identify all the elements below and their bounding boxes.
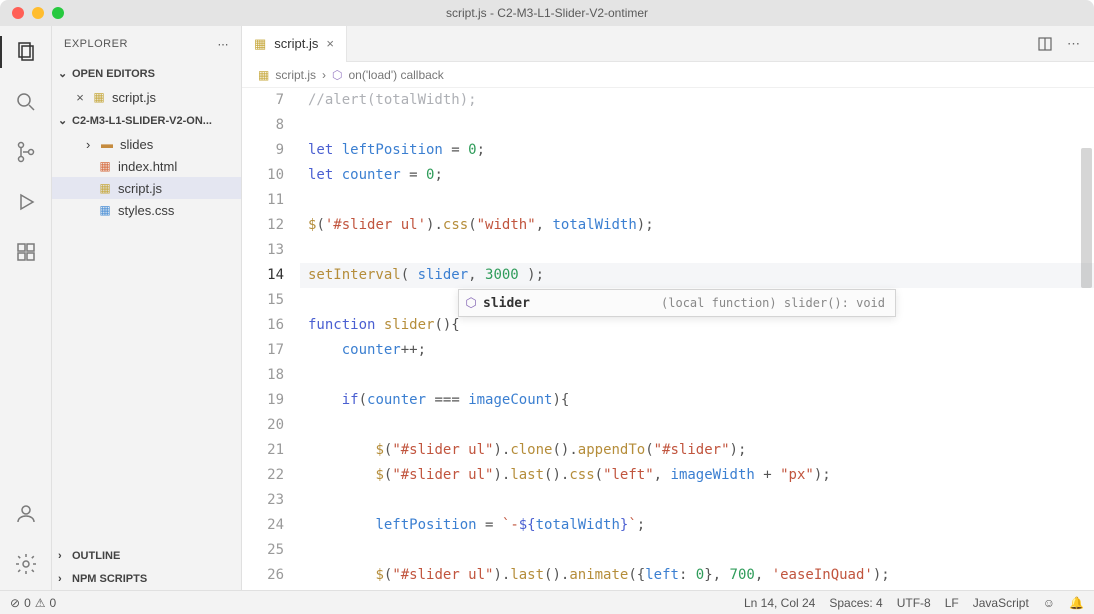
explorer-activity-icon[interactable] — [12, 38, 40, 66]
code-line[interactable]: $("#slider ul").last().animate({left: 0}… — [300, 563, 1094, 588]
npm-scripts-section[interactable]: › NPM SCRIPTS — [52, 567, 241, 590]
html-file-icon: ▦ — [96, 159, 114, 173]
folder-item-slides[interactable]: › ▬ slides — [52, 133, 241, 155]
code-line[interactable]: if(counter === imageCount){ — [300, 388, 1094, 413]
code-line[interactable]: $("#slider ul").first().animate({left: l… — [300, 588, 1094, 590]
tab-bar: ▦ script.js × ⋯ — [242, 26, 1094, 62]
window-controls — [0, 7, 64, 19]
code-line[interactable]: $('#slider ul').css("width", totalWidth)… — [300, 213, 1094, 238]
tab-script-js[interactable]: ▦ script.js × — [242, 26, 347, 62]
js-file-icon: ▦ — [254, 36, 266, 52]
status-eol[interactable]: LF — [945, 596, 959, 610]
search-activity-icon[interactable] — [12, 88, 40, 116]
code-line[interactable]: setInterval( slider, 3000 ); — [300, 263, 1094, 288]
code-editor[interactable]: 789101112131415161718192021222324252627 … — [242, 88, 1094, 590]
code-line[interactable]: leftPosition = `-${totalWidth}`; — [300, 513, 1094, 538]
warning-icon: ⚠ — [35, 596, 46, 610]
open-editors-section[interactable]: ⌄ OPEN EDITORS — [52, 62, 241, 85]
status-bar: ⊘0 ⚠0 Ln 14, Col 24 Spaces: 4 UTF-8 LF J… — [0, 590, 1094, 614]
symbol-function-icon: ⬡ — [459, 296, 483, 311]
project-section[interactable]: ⌄ C2-M3-L1-SLIDER-V2-ON... — [52, 109, 241, 132]
code-content[interactable]: ⬡ slider (local function) slider(): void… — [300, 88, 1094, 590]
chevron-right-icon: › — [58, 550, 72, 562]
split-editor-icon[interactable] — [1037, 36, 1053, 52]
code-line[interactable]: let leftPosition = 0; — [300, 138, 1094, 163]
status-encoding[interactable]: UTF-8 — [897, 596, 931, 610]
settings-activity-icon[interactable] — [12, 550, 40, 578]
editor-group: ▦ script.js × ⋯ ▦ script.js › ⬡ on('load… — [242, 26, 1094, 590]
scrollbar-thumb[interactable] — [1081, 148, 1092, 288]
accounts-activity-icon[interactable] — [12, 500, 40, 528]
open-editor-item[interactable]: × ▦ script.js — [52, 86, 241, 108]
chevron-down-icon: ⌄ — [58, 114, 72, 127]
outline-section[interactable]: › OUTLINE — [52, 544, 241, 567]
breadcrumb[interactable]: ▦ script.js › ⬡ on('load') callback — [242, 62, 1094, 88]
run-debug-activity-icon[interactable] — [12, 188, 40, 216]
sidebar-more-icon[interactable]: ⋯ — [218, 38, 230, 51]
file-item-index-html[interactable]: ▦ index.html — [52, 155, 241, 177]
status-errors[interactable]: ⊘0 ⚠0 — [10, 596, 56, 610]
code-line[interactable]: counter++; — [300, 338, 1094, 363]
chevron-right-icon: › — [86, 137, 98, 152]
js-file-icon: ▦ — [90, 90, 108, 104]
close-editor-icon[interactable]: × — [72, 90, 88, 105]
feedback-icon[interactable]: ☺ — [1043, 596, 1055, 610]
notifications-icon[interactable]: 🔔 — [1069, 596, 1084, 610]
code-line[interactable]: //alert(totalWidth); — [300, 88, 1094, 113]
extensions-activity-icon[interactable] — [12, 238, 40, 266]
status-language[interactable]: JavaScript — [973, 596, 1029, 610]
close-tab-icon[interactable]: × — [326, 36, 334, 51]
window-title: script.js - C2-M3-L1-Slider-V2-ontimer — [446, 6, 648, 20]
code-line[interactable] — [300, 363, 1094, 388]
code-line[interactable]: let counter = 0; — [300, 163, 1094, 188]
file-item-script-js[interactable]: ▦ script.js — [52, 177, 241, 199]
error-icon: ⊘ — [10, 596, 20, 610]
explorer-sidebar: EXPLORER ⋯ ⌄ OPEN EDITORS × ▦ script.js … — [52, 26, 242, 590]
js-file-icon: ▦ — [258, 68, 269, 82]
file-item-styles-css[interactable]: ▦ styles.css — [52, 199, 241, 221]
minimize-window-button[interactable] — [32, 7, 44, 19]
js-file-icon: ▦ — [96, 181, 114, 195]
close-window-button[interactable] — [12, 7, 24, 19]
window-titlebar: script.js - C2-M3-L1-Slider-V2-ontimer — [0, 0, 1094, 26]
maximize-window-button[interactable] — [52, 7, 64, 19]
folder-icon: ▬ — [98, 137, 116, 151]
chevron-down-icon: ⌄ — [58, 67, 72, 80]
code-line[interactable] — [300, 188, 1094, 213]
chevron-right-icon: › — [322, 68, 326, 82]
intellisense-suggest[interactable]: ⬡ slider (local function) slider(): void — [458, 289, 896, 317]
activity-bar — [0, 26, 52, 590]
code-line[interactable] — [300, 238, 1094, 263]
code-line[interactable]: $("#slider ul").clone().appendTo("#slide… — [300, 438, 1094, 463]
code-line[interactable] — [300, 538, 1094, 563]
status-indent[interactable]: Spaces: 4 — [829, 596, 882, 610]
symbol-method-icon: ⬡ — [332, 68, 342, 82]
css-file-icon: ▦ — [96, 203, 114, 217]
code-line[interactable] — [300, 413, 1094, 438]
code-line[interactable]: $("#slider ul").last().css("left", image… — [300, 463, 1094, 488]
sidebar-title: EXPLORER ⋯ — [52, 26, 241, 62]
status-cursor[interactable]: Ln 14, Col 24 — [744, 596, 815, 610]
code-line[interactable] — [300, 488, 1094, 513]
source-control-activity-icon[interactable] — [12, 138, 40, 166]
chevron-right-icon: › — [58, 573, 72, 585]
more-actions-icon[interactable]: ⋯ — [1067, 36, 1080, 52]
code-line[interactable] — [300, 113, 1094, 138]
line-gutter: 789101112131415161718192021222324252627 — [242, 88, 300, 590]
